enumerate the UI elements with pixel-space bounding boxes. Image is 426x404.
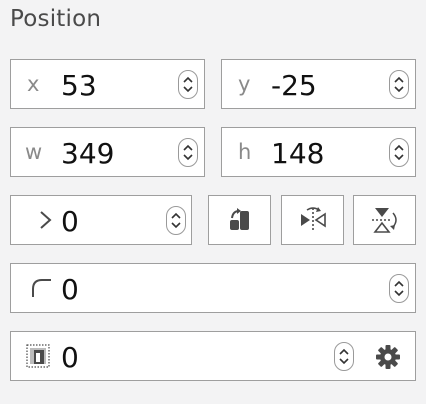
opacity-field[interactable]: 0 [10, 331, 416, 381]
opacity-icon [26, 344, 50, 368]
gear-icon[interactable] [375, 344, 401, 370]
flip-horizontal-button[interactable] [281, 195, 344, 245]
width-stepper[interactable] [178, 138, 198, 167]
opacity-value[interactable]: 0 [61, 341, 79, 374]
height-value[interactable]: 148 [271, 137, 324, 170]
corner-radius-stepper[interactable] [389, 274, 409, 303]
stepper-chevrons-icon [183, 144, 193, 161]
rotation-field[interactable]: 0 [10, 195, 192, 245]
y-field[interactable]: y -25 [221, 59, 416, 109]
stepper-chevrons-icon [339, 348, 349, 365]
y-label: y [238, 72, 251, 96]
stepper-chevrons-icon [394, 280, 404, 297]
width-label: w [25, 140, 43, 164]
height-label: h [238, 140, 252, 164]
y-stepper[interactable] [389, 70, 409, 99]
corner-radius-value[interactable]: 0 [61, 273, 79, 306]
height-stepper[interactable] [389, 138, 409, 167]
corner-radius-icon [32, 279, 51, 297]
x-field[interactable]: x 53 [10, 59, 205, 109]
height-field[interactable]: h 148 [221, 127, 416, 177]
y-value[interactable]: -25 [271, 69, 317, 102]
rotation-angle-icon [40, 211, 52, 229]
width-field[interactable]: w 349 [10, 127, 205, 177]
section-title: Position [10, 6, 102, 32]
flip-horizontal-icon [300, 207, 326, 232]
x-value[interactable]: 53 [61, 69, 97, 102]
rotation-stepper[interactable] [166, 206, 186, 235]
rotation-value[interactable]: 0 [61, 205, 79, 238]
flip-vertical-button[interactable] [353, 195, 416, 245]
x-label: x [27, 72, 40, 96]
rotate-icon [229, 208, 249, 230]
opacity-stepper[interactable] [334, 342, 354, 371]
x-stepper[interactable] [178, 70, 198, 99]
flip-vertical-icon [371, 208, 397, 233]
stepper-chevrons-icon [394, 76, 404, 93]
rotate-button[interactable] [208, 195, 271, 245]
corner-radius-field[interactable]: 0 [10, 263, 416, 313]
stepper-chevrons-icon [394, 144, 404, 161]
stepper-chevrons-icon [183, 76, 193, 93]
width-value[interactable]: 349 [61, 137, 114, 170]
stepper-chevrons-icon [171, 212, 181, 229]
